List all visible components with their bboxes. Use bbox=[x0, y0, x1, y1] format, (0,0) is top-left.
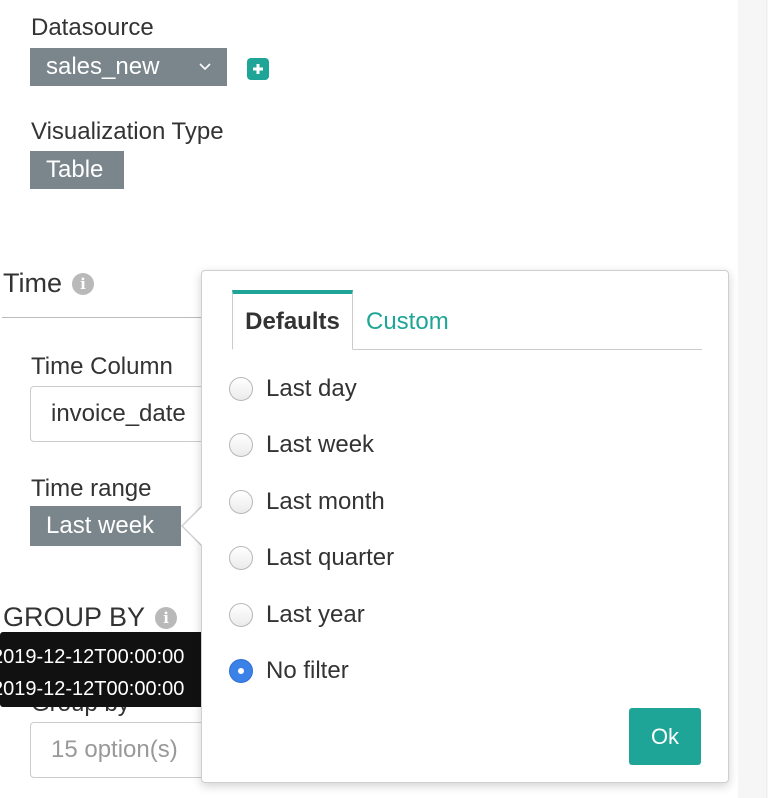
datasource-label: Datasource bbox=[31, 14, 154, 41]
radio-option-last-year[interactable]: Last year bbox=[229, 600, 365, 630]
right-panel-edge bbox=[738, 0, 768, 798]
chevron-down-icon bbox=[199, 63, 211, 71]
radio-label: No filter bbox=[266, 657, 349, 684]
group-by-placeholder: 15 option(s) bbox=[51, 736, 178, 763]
time-range-label: Time range bbox=[31, 475, 152, 502]
radio-option-last-month[interactable]: Last month bbox=[229, 487, 385, 517]
radio-option-no-filter[interactable]: No filter bbox=[229, 656, 349, 686]
info-icon: i bbox=[72, 272, 94, 295]
radio-button-checked[interactable] bbox=[229, 659, 253, 683]
datasource-select[interactable]: sales_new bbox=[30, 48, 227, 86]
radio-button[interactable] bbox=[229, 433, 253, 457]
section-divider bbox=[2, 317, 212, 318]
radio-option-last-day[interactable]: Last day bbox=[229, 374, 357, 404]
radio-label: Last week bbox=[266, 431, 375, 458]
time-section-title: Time bbox=[3, 268, 62, 298]
info-icon: i bbox=[155, 606, 178, 629]
tab-defaults[interactable]: Defaults bbox=[232, 290, 353, 350]
ok-button[interactable]: Ok bbox=[629, 708, 701, 765]
radio-button[interactable] bbox=[229, 546, 253, 570]
group-by-section-header[interactable]: GROUP BY i bbox=[3, 602, 178, 633]
visualization-type-button[interactable]: Table bbox=[30, 151, 124, 189]
time-column-label: Time Column bbox=[31, 353, 173, 380]
radio-button[interactable] bbox=[229, 490, 253, 514]
tooltip-line: 2019-12-12T00:00:00 bbox=[0, 678, 185, 700]
time-section-header[interactable]: Time i bbox=[3, 268, 94, 299]
time-range-popover: Defaults Custom Last day Last week Last … bbox=[201, 270, 729, 783]
radio-label: Last quarter bbox=[266, 544, 395, 571]
group-by-select[interactable]: 15 option(s) bbox=[30, 722, 220, 778]
radio-label: Last year bbox=[266, 601, 365, 628]
time-range-button[interactable]: Last week bbox=[30, 506, 181, 546]
group-by-section-title: GROUP BY bbox=[3, 602, 146, 632]
tooltip-line: 2019-12-12T00:00:00 bbox=[0, 646, 185, 668]
plus-icon bbox=[253, 64, 263, 74]
radio-button[interactable] bbox=[229, 603, 253, 627]
radio-option-last-quarter[interactable]: Last quarter bbox=[229, 543, 394, 573]
radio-option-last-week[interactable]: Last week bbox=[229, 430, 374, 460]
tab-custom[interactable]: Custom bbox=[354, 294, 461, 350]
radio-button[interactable] bbox=[229, 377, 253, 401]
time-range-tooltip: 2019-12-12T00:00:00 2019-12-12T00:00:00 bbox=[0, 632, 214, 707]
time-column-select[interactable]: invoice_date bbox=[30, 386, 220, 442]
add-datasource-button[interactable] bbox=[247, 58, 269, 80]
radio-label: Last month bbox=[266, 488, 385, 515]
radio-label: Last day bbox=[266, 375, 357, 402]
popover-arrow-fill bbox=[183, 507, 202, 545]
time-column-value: invoice_date bbox=[51, 400, 186, 427]
datasource-value: sales_new bbox=[46, 53, 160, 80]
visualization-type-label: Visualization Type bbox=[31, 118, 224, 145]
